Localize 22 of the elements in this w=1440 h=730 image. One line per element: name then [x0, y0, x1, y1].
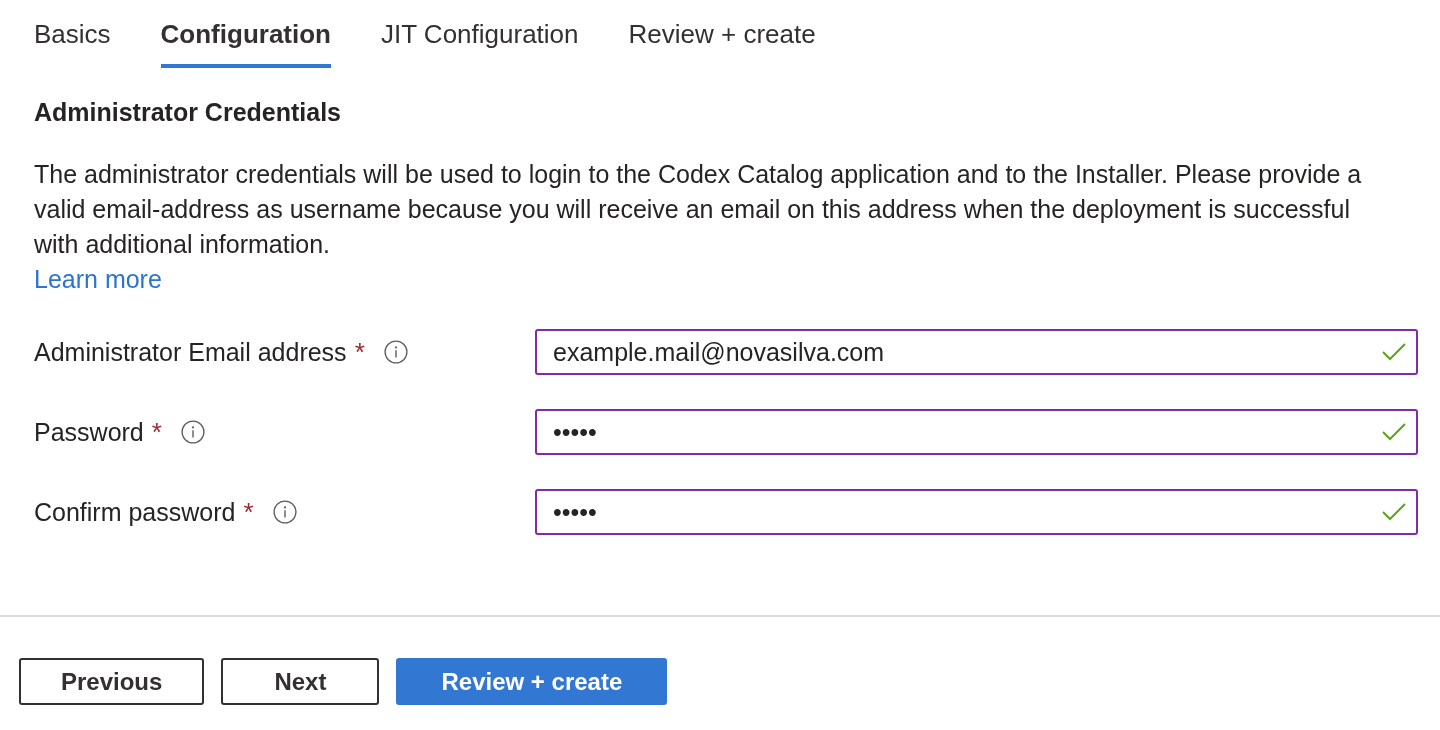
tab[interactable]: Basics	[34, 0, 111, 68]
tab[interactable]: Configuration	[160, 0, 331, 68]
nav-button[interactable]: Next	[221, 658, 380, 705]
info-icon[interactable]	[383, 340, 408, 364]
required-marker: *	[151, 417, 162, 447]
tab[interactable]: Review + create	[628, 0, 816, 68]
field-label: Administrator Email address	[34, 337, 347, 367]
section-title: Administrator Credentials	[34, 97, 342, 127]
field-label: Password	[34, 417, 144, 447]
nav-button[interactable]: Previous	[19, 658, 205, 705]
input-field[interactable]: example.mail@novasilva.com	[535, 329, 1418, 375]
required-marker: *	[354, 337, 365, 367]
required-marker: *	[243, 497, 254, 527]
info-icon[interactable]	[272, 500, 297, 524]
field-label: Confirm password	[34, 497, 236, 527]
input-field[interactable]: •••••	[535, 409, 1418, 455]
tab[interactable]: JIT Configuration	[381, 0, 579, 68]
info-icon[interactable]	[180, 420, 205, 444]
learn-more-link[interactable]: Learn more	[34, 265, 162, 293]
review-create-button[interactable]: Review + create	[396, 658, 668, 705]
description-text: The administrator credentials will be used to login to the Codex Catalog application and to the Installer. Please provide a valid email-address as username because you will receive an email on this address when the deployment is successful with additional information.	[34, 159, 1363, 260]
input-field[interactable]: •••••	[535, 489, 1418, 535]
